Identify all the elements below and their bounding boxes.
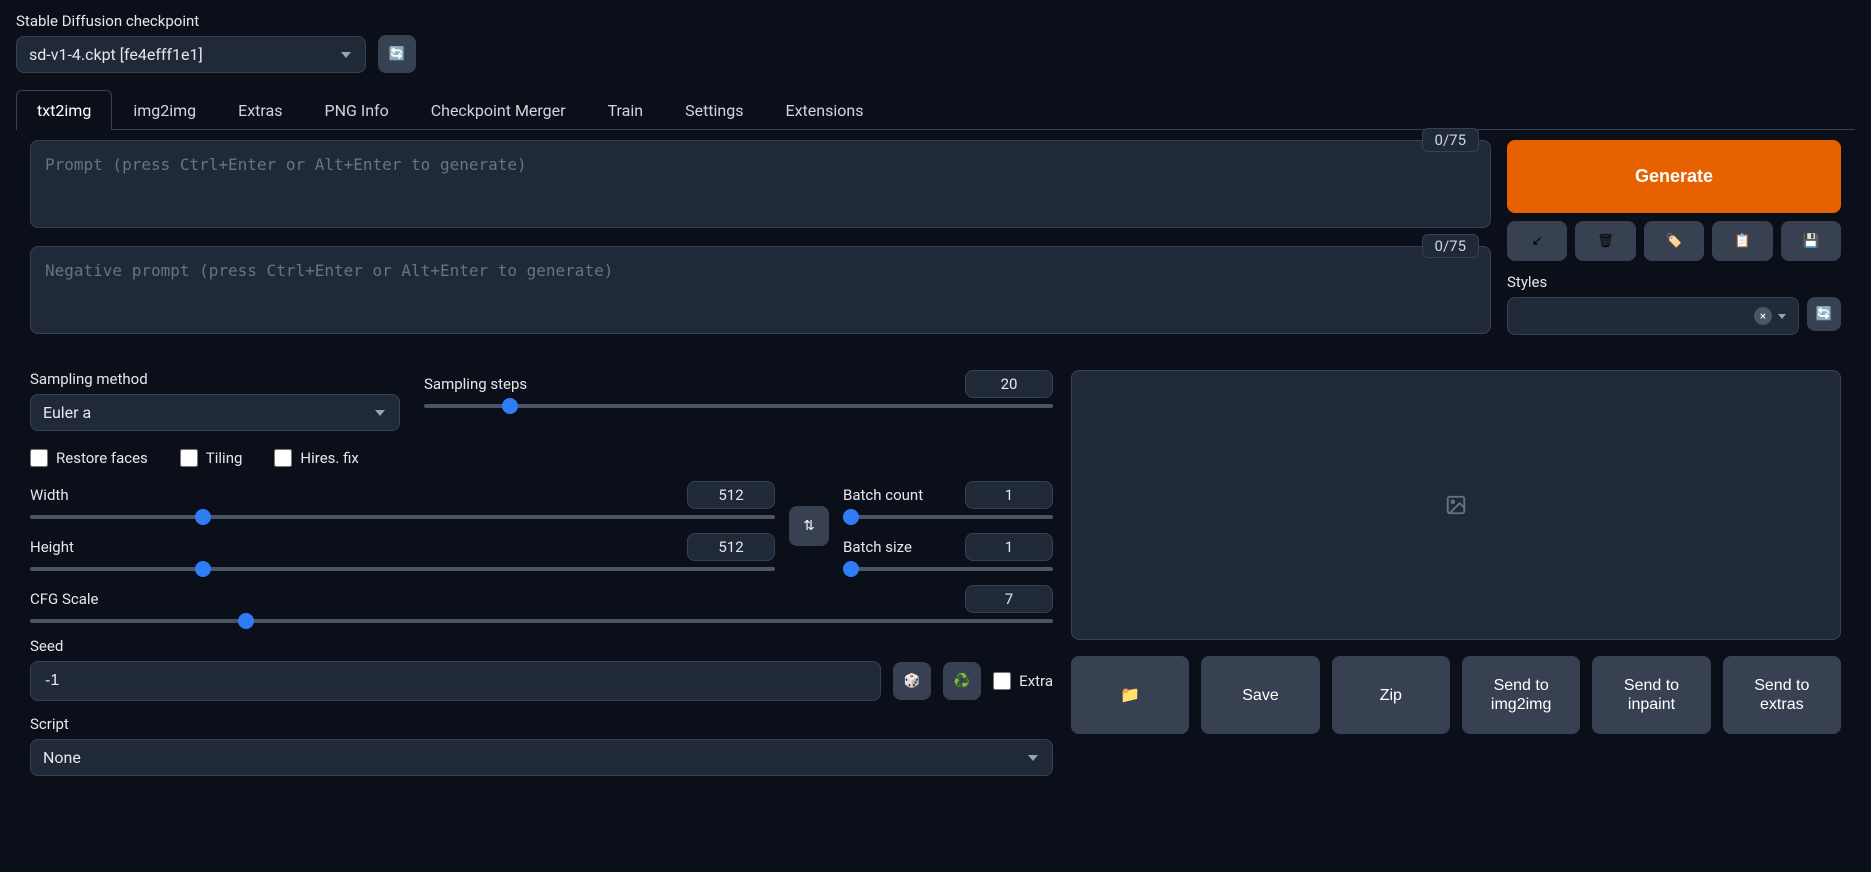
tab-extras[interactable]: Extras [217,90,303,130]
recycle-icon: ♻️ [954,673,971,689]
arrow-icon: ↙ [1532,233,1543,249]
checkpoint-label: Stable Diffusion checkpoint [16,12,366,30]
open-folder-button[interactable]: 📁 [1071,656,1189,734]
styles-label: Styles [1507,273,1841,291]
extra-seed-check[interactable]: Extra [993,672,1053,690]
prompt-input[interactable] [30,140,1491,228]
refresh-icon: 🔄 [1816,306,1833,322]
style-create-button[interactable]: 🏷️ [1644,221,1704,261]
height-slider[interactable] [30,567,775,571]
clear-styles-icon[interactable]: × [1754,307,1772,325]
batch-size-label: Batch size [843,538,912,556]
cfg-scale-label: CFG Scale [30,590,99,608]
sampling-steps-slider[interactable] [424,404,1053,408]
width-slider[interactable] [30,515,775,519]
tab-img2img[interactable]: img2img [112,90,217,130]
tab-txt2img[interactable]: txt2img [16,90,112,130]
batch-count-label: Batch count [843,486,923,504]
sampling-steps-value[interactable]: 20 [965,370,1053,398]
image-icon [1445,494,1467,516]
script-select[interactable]: None [30,739,1053,776]
hires-fix-check[interactable]: Hires. fix [274,449,358,467]
reload-checkpoint-button[interactable]: 🔄 [378,35,416,73]
output-preview [1071,370,1841,640]
height-value[interactable]: 512 [687,533,775,561]
restore-faces-check[interactable]: Restore faces [30,449,148,467]
send-inpaint-button[interactable]: Send to inpaint [1592,656,1710,734]
dice-icon: 🎲 [904,673,921,689]
tab-checkpoint-merger[interactable]: Checkpoint Merger [410,90,587,130]
tab-settings[interactable]: Settings [664,90,764,130]
generate-button[interactable]: Generate [1507,140,1841,213]
zip-button[interactable]: Zip [1332,656,1450,734]
batch-size-value[interactable]: 1 [965,533,1053,561]
chevron-down-icon [1778,314,1786,319]
clear-prompt-button[interactable]: 🗑 [1575,221,1635,261]
checkpoint-select[interactable]: sd-v1-4.ckpt [fe4efff1e1] [16,36,366,73]
reuse-seed-button[interactable]: ♻️ [943,662,981,700]
batch-size-slider[interactable] [843,567,1053,571]
sampling-steps-label: Sampling steps [424,375,527,393]
swap-icon: ⇅ [803,518,814,534]
height-label: Height [30,538,74,556]
save-icon: 💾 [1803,233,1820,249]
width-label: Width [30,486,69,504]
send-extras-button[interactable]: Send to extras [1723,656,1841,734]
cfg-scale-slider[interactable] [30,619,1053,623]
tab-extensions[interactable]: Extensions [765,90,885,130]
trash-icon: 🗑 [1597,233,1614,249]
save-style-button[interactable]: 💾 [1781,221,1841,261]
main-tabs: txt2img img2img Extras PNG Info Checkpoi… [16,89,1855,130]
clipboard-icon: 📋 [1734,233,1751,249]
clipboard-button[interactable]: 📋 [1712,221,1772,261]
tab-pnginfo[interactable]: PNG Info [303,90,409,130]
send-img2img-button[interactable]: Send to img2img [1462,656,1580,734]
sampling-method-select[interactable]: Euler a [30,394,400,431]
negative-prompt-input[interactable] [30,246,1491,334]
tab-train[interactable]: Train [587,90,665,130]
interrogate-button[interactable]: ↙ [1507,221,1567,261]
neg-prompt-counter: 0/75 [1422,234,1479,258]
random-seed-button[interactable]: 🎲 [893,662,931,700]
prompt-counter: 0/75 [1422,128,1479,152]
script-label: Script [30,715,1053,733]
seed-input[interactable] [30,661,881,701]
swap-dimensions-button[interactable]: ⇅ [789,506,829,546]
tiling-check[interactable]: Tiling [180,449,243,467]
refresh-icon: 🔄 [389,46,406,62]
tag-icon: 🏷️ [1666,233,1683,249]
width-value[interactable]: 512 [687,481,775,509]
batch-count-slider[interactable] [843,515,1053,519]
batch-count-value[interactable]: 1 [965,481,1053,509]
refresh-styles-button[interactable]: 🔄 [1807,297,1841,331]
seed-label: Seed [30,637,1053,655]
styles-select[interactable]: × [1507,297,1799,335]
save-button[interactable]: Save [1201,656,1319,734]
cfg-scale-value[interactable]: 7 [965,585,1053,613]
sampling-method-label: Sampling method [30,370,400,388]
